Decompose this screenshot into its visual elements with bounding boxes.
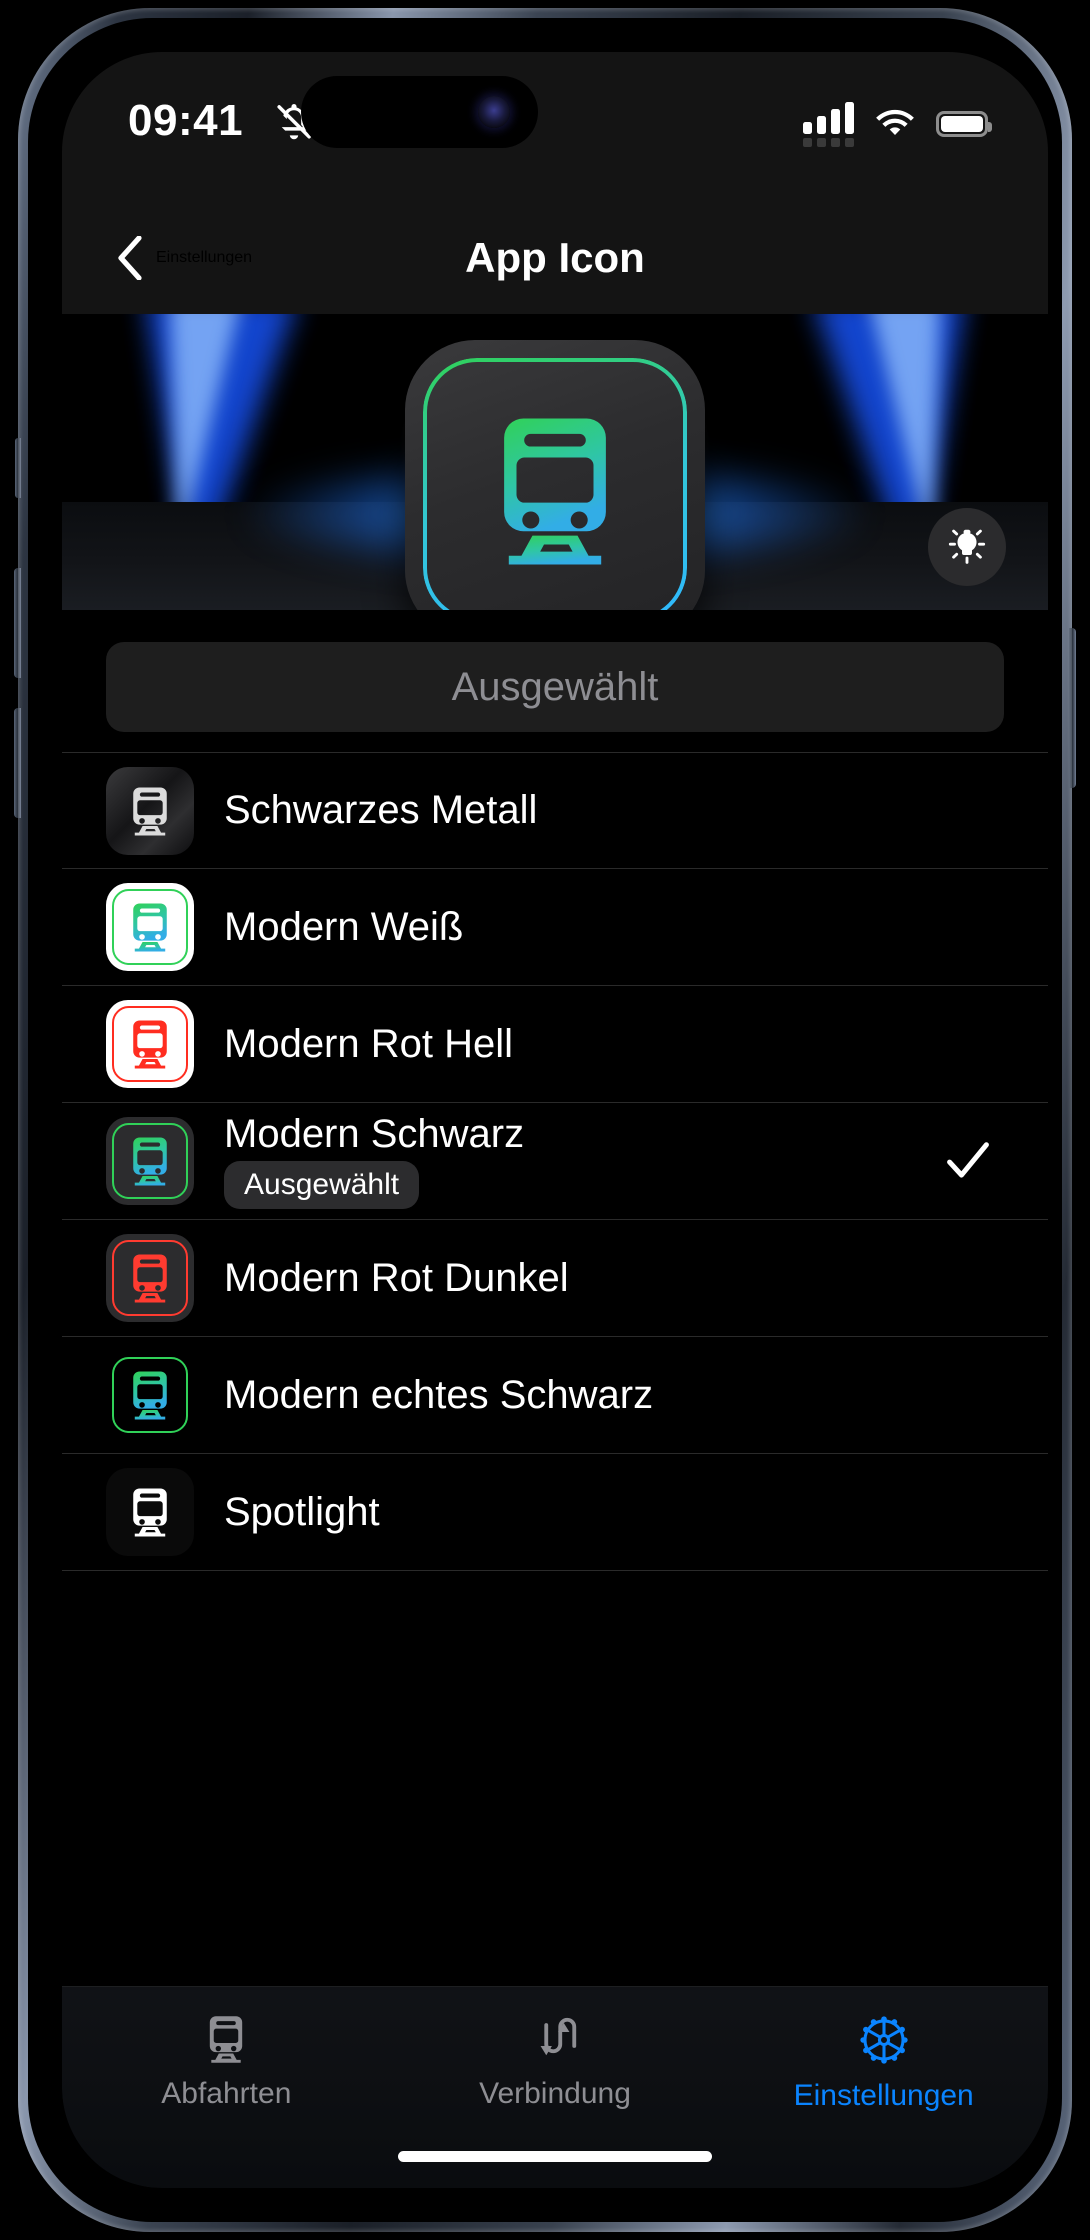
icon-option-row[interactable]: Modern Schwarz Ausgewählt (62, 1103, 1048, 1220)
tab-label: Abfahrten (161, 2077, 292, 2110)
tab-einstellungen[interactable]: Einstellungen (719, 2011, 1048, 2113)
icon-option-row[interactable]: Spotlight (62, 1454, 1048, 1571)
icon-options-list[interactable]: Schwarzes Metall Modern Weiß Modern Rot H… (62, 752, 1048, 2188)
brightness-toggle-button[interactable] (928, 508, 1006, 586)
icon-option-title: Spotlight (224, 1489, 380, 1534)
icon-option-title: Modern Weiß (224, 904, 464, 949)
thumbnail-ring (112, 773, 188, 849)
icon-option-text: Modern Weiß (224, 904, 464, 949)
volume-up-button[interactable] (14, 568, 21, 678)
tab-abfahrten[interactable]: Abfahrten (62, 2011, 391, 2111)
icon-option-text: Schwarzes Metall (224, 788, 538, 833)
icon-option-text: Spotlight (224, 1489, 380, 1534)
wifi-icon (876, 109, 914, 135)
thumbnail-ring (112, 1123, 188, 1199)
icon-thumbnail (106, 883, 194, 971)
front-camera-icon (478, 96, 510, 128)
selected-banner-label: Ausgewählt (451, 664, 659, 709)
icon-thumbnail (106, 1000, 194, 1088)
selected-banner-button[interactable]: Ausgewählt (106, 642, 1004, 732)
icon-inner-ring (423, 358, 687, 610)
icon-preview-stage (62, 314, 1048, 610)
status-bar: 09:41 (62, 52, 1048, 202)
cellular-signal-icon (803, 100, 854, 147)
icon-option-row[interactable]: Modern Rot Hell (62, 986, 1048, 1103)
icon-thumbnail (106, 1351, 194, 1439)
navigation-bar: Einstellungen App Icon (62, 202, 1048, 314)
icon-option-title: Modern Rot Hell (224, 1021, 514, 1066)
icon-option-text: Modern Rot Hell (224, 1021, 514, 1066)
icon-thumbnail (106, 766, 194, 855)
icon-option-row[interactable]: Schwarzes Metall (62, 752, 1048, 869)
icon-option-row[interactable]: Modern Rot Dunkel (62, 1220, 1048, 1337)
status-indicators (803, 100, 992, 147)
icon-option-text: Modern Rot Dunkel (224, 1255, 569, 1300)
dynamic-island (301, 76, 538, 148)
selected-badge: Ausgewählt (224, 1161, 420, 1210)
volume-down-button[interactable] (14, 708, 21, 818)
transfer-arrows-icon (540, 2017, 577, 2056)
chevron-left-icon (118, 236, 142, 280)
thumbnail-ring (112, 1357, 188, 1433)
gear-icon (860, 2016, 908, 2064)
back-button[interactable]: Einstellungen (116, 236, 252, 280)
thumbnail-ring (112, 1474, 188, 1550)
lightbulb-icon (948, 529, 986, 564)
battery-full-icon (936, 110, 992, 137)
train-icon (210, 2016, 243, 2063)
phone-bezel: 09:41 Einstellungen App Icon Ausgewählt … (28, 18, 1062, 2222)
checkmark-icon (947, 1142, 989, 1178)
icon-option-title: Schwarzes Metall (224, 788, 538, 833)
icon-thumbnail (106, 1468, 194, 1556)
app-icon-preview (405, 340, 705, 610)
home-indicator[interactable] (398, 2151, 712, 2162)
tab-label: Einstellungen (793, 2079, 974, 2112)
icon-option-title: Modern Schwarz (224, 1111, 525, 1156)
back-button-label: Einstellungen (156, 249, 253, 266)
power-button[interactable] (1069, 628, 1076, 788)
icon-option-row[interactable]: Modern echtes Schwarz (62, 1337, 1048, 1454)
icon-option-text: Modern Schwarz Ausgewählt (224, 1111, 525, 1210)
tab-verbindung[interactable]: Verbindung (391, 2011, 720, 2111)
status-clock: 09:41 (128, 96, 244, 145)
icon-option-text: Modern echtes Schwarz (224, 1372, 654, 1417)
thumbnail-ring (112, 889, 188, 965)
icon-thumbnail (106, 1117, 194, 1205)
icon-option-row[interactable]: Modern Weiß (62, 869, 1048, 986)
phone-frame: 09:41 Einstellungen App Icon Ausgewählt … (14, 8, 1076, 2232)
tab-label: Verbindung (479, 2077, 631, 2110)
icon-thumbnail (106, 1234, 194, 1322)
icon-option-title: Modern Rot Dunkel (224, 1255, 569, 1300)
thumbnail-ring (112, 1240, 188, 1316)
silent-switch[interactable] (15, 438, 21, 498)
thumbnail-ring (112, 1006, 188, 1082)
phone-screen: 09:41 Einstellungen App Icon Ausgewählt … (62, 52, 1048, 2188)
icon-option-title: Modern echtes Schwarz (224, 1372, 654, 1417)
